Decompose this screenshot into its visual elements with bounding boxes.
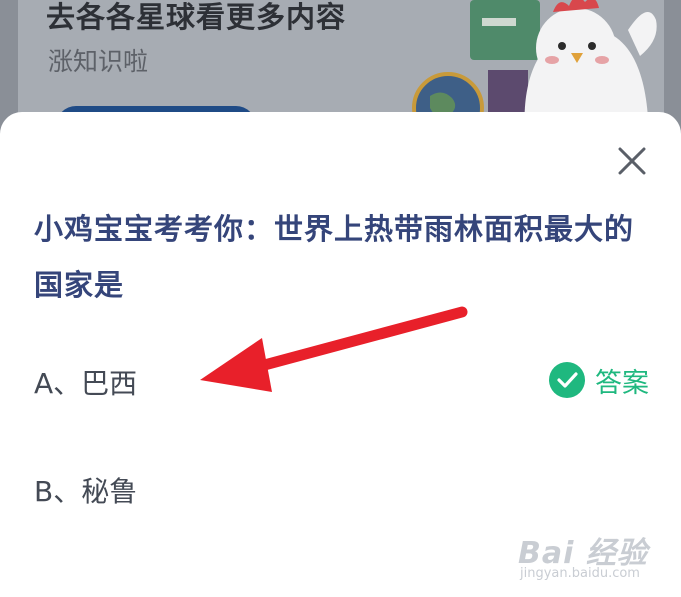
background-card-title: 去各各星球看更多内容: [46, 0, 347, 34]
baidu-jingyan-watermark: Bai 经验 jingyan.baidu.com: [518, 528, 668, 588]
option-a[interactable]: A、巴西 答案: [34, 352, 649, 408]
quiz-question: 小鸡宝宝考考你：世界上热带雨林面积最大的国家是: [34, 212, 635, 302]
watermark-url: jingyan.baidu.com: [520, 566, 640, 581]
answer-label: 答案: [595, 367, 649, 399]
quiz-sheet: 小鸡宝宝考考你：世界上热带雨林面积最大的国家是 A、巴西 答案 B、秘鲁: [0, 112, 681, 597]
answer-badge: 答案: [549, 361, 649, 399]
background-card-subtitle: 涨知识啦: [48, 47, 149, 76]
option-a-label: A、巴西: [34, 367, 138, 400]
close-icon[interactable]: [612, 141, 652, 181]
option-b-label: B、秘鲁: [34, 475, 138, 508]
check-circle-icon: [549, 362, 585, 398]
option-b[interactable]: B、秘鲁: [34, 460, 649, 516]
